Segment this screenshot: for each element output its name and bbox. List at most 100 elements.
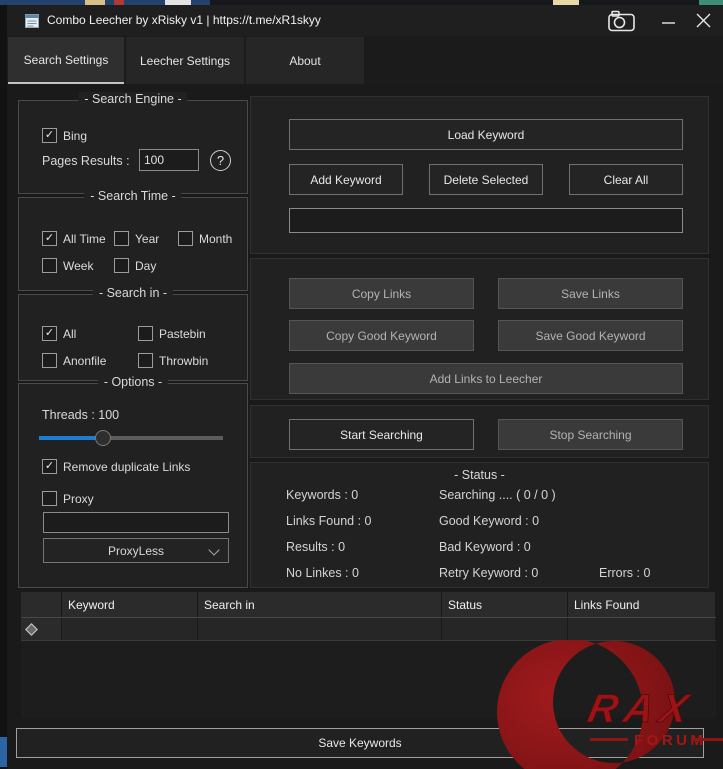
checkbox-box: ✓	[178, 231, 193, 246]
help-icon[interactable]: ?	[210, 150, 231, 171]
copy-good-keyword-button[interactable]: Copy Good Keyword	[289, 320, 474, 351]
tab-leecher-settings[interactable]: Leecher Settings	[126, 37, 244, 84]
stop-searching-button[interactable]: Stop Searching	[498, 419, 683, 450]
table-header-keyword[interactable]: Keyword	[62, 592, 198, 617]
titlebar: Combo Leecher by xRisky v1 | https://t.m…	[7, 5, 723, 36]
status-searching: Searching .... ( 0 / 0 )	[439, 488, 556, 502]
save-keywords-button[interactable]: Save Keywords	[16, 728, 704, 758]
close-button[interactable]	[692, 9, 714, 31]
status-bad-keyword: Bad Keyword : 0	[439, 540, 531, 554]
table-cell-status[interactable]	[442, 618, 568, 640]
app-icon	[24, 13, 40, 29]
pages-results-input[interactable]	[139, 149, 199, 171]
load-keyword-button[interactable]: Load Keyword	[289, 119, 683, 150]
checkbox-box: ✓	[42, 326, 57, 341]
status-keywords: Keywords : 0	[286, 488, 359, 502]
panel-search-controls: Start Searching Stop Searching	[250, 405, 709, 458]
chevron-down-icon	[208, 544, 220, 556]
checkbox-box: ✓	[138, 326, 153, 341]
table-header-status[interactable]: Status	[442, 592, 568, 617]
checkbox-label: Remove duplicate Links	[63, 459, 191, 474]
table-header-search-in[interactable]: Search in	[198, 592, 442, 617]
save-links-button[interactable]: Save Links	[498, 278, 683, 309]
tabstrip: Search Settings Leecher Settings About	[7, 36, 723, 85]
table-row-selector-cell	[21, 618, 62, 640]
checkbox-label: All	[63, 326, 77, 341]
checkbox-box: ✓	[138, 353, 153, 368]
window-title: Combo Leecher by xRisky v1 | https://t.m…	[47, 13, 321, 27]
clear-all-button[interactable]: Clear All	[569, 164, 683, 195]
status-no-linkes: No Linkes : 0	[286, 566, 359, 580]
checkbox-box: ✓	[42, 491, 57, 506]
checkbox-label: Day	[135, 258, 157, 273]
status-errors: Errors : 0	[599, 566, 651, 580]
groupbox-search-in: - Search in - ✓ All ✓ Pastebin ✓ Anonfil…	[18, 286, 248, 381]
panel-status: - Status - Keywords : 0 Searching .... (…	[250, 462, 709, 588]
checkbox-label: Week	[63, 258, 94, 273]
tab-page-content: - Search Engine - ✓ Bing Pages Results :…	[7, 85, 723, 769]
slider-fill	[39, 436, 103, 440]
groupbox-title: - Options -	[97, 375, 169, 389]
pages-results-label: Pages Results :	[42, 154, 130, 168]
groupbox-title: - Search in -	[92, 286, 174, 300]
day-checkbox[interactable]: ✓ Day	[114, 258, 156, 273]
copy-links-button[interactable]: Copy Links	[289, 278, 474, 309]
month-checkbox[interactable]: ✓ Month	[178, 231, 232, 246]
tab-about[interactable]: About	[246, 37, 364, 84]
checkbox-label: Anonfile	[63, 353, 107, 368]
help-glyph: ?	[216, 153, 225, 168]
table-header-links-found[interactable]: Links Found	[568, 592, 716, 617]
checkbox-box: ✓	[42, 231, 57, 246]
checkbox-label: Bing	[63, 128, 88, 143]
table-cell-keyword[interactable]	[62, 618, 198, 640]
pastebin-checkbox[interactable]: ✓ Pastebin	[138, 326, 206, 341]
groupbox-options: - Options - Threads : 100 ✓ Remove dupli…	[18, 375, 248, 588]
all-time-checkbox[interactable]: ✓ All Time	[42, 231, 106, 246]
desktop-sliver-blue	[0, 737, 7, 767]
checkbox-label: Throwbin	[159, 353, 209, 368]
year-checkbox[interactable]: ✓ Year	[114, 231, 159, 246]
bing-checkbox[interactable]: ✓ Bing	[42, 128, 87, 143]
tab-search-settings[interactable]: Search Settings	[8, 37, 124, 84]
checkbox-box: ✓	[42, 459, 57, 474]
camera-screenshot-icon[interactable]	[607, 10, 637, 32]
slider-thumb[interactable]	[95, 430, 111, 446]
screen: Combo Leecher by xRisky v1 | https://t.m…	[0, 0, 723, 769]
remove-duplicate-links-checkbox[interactable]: ✓ Remove duplicate Links	[42, 459, 190, 474]
panel-keywords: Load Keyword Add Keyword Delete Selected…	[250, 96, 709, 254]
week-checkbox[interactable]: ✓ Week	[42, 258, 93, 273]
anonfile-checkbox[interactable]: ✓ Anonfile	[42, 353, 106, 368]
groupbox-title: - Search Time -	[84, 189, 182, 203]
checkbox-box: ✓	[114, 258, 129, 273]
results-table: Keyword Search in Status Links Found	[21, 592, 716, 718]
minimize-button[interactable]	[658, 10, 680, 32]
panel-links: Copy Links Save Links Copy Good Keyword …	[250, 258, 709, 400]
proxy-mode-dropdown[interactable]: ProxyLess	[43, 538, 229, 563]
table-cell-search-in[interactable]	[198, 618, 442, 640]
table-cell-links-found[interactable]	[568, 618, 716, 640]
dropdown-selected-value: ProxyLess	[107, 543, 165, 558]
table-new-row[interactable]	[21, 618, 716, 641]
threads-label: Threads : 100	[42, 408, 120, 422]
status-results: Results : 0	[286, 540, 346, 554]
start-searching-button[interactable]: Start Searching	[289, 419, 474, 450]
threads-slider[interactable]	[39, 430, 223, 446]
desktop-left-sliver	[0, 5, 7, 769]
proxy-input[interactable]	[43, 512, 229, 533]
throwbin-checkbox[interactable]: ✓ Throwbin	[138, 353, 208, 368]
all-checkbox[interactable]: ✓ All	[42, 326, 76, 341]
keyword-input[interactable]	[289, 208, 683, 233]
checkbox-label: Year	[135, 231, 160, 246]
checkbox-box: ✓	[42, 128, 57, 143]
checkbox-label: Month	[199, 231, 233, 246]
groupbox-search-time: - Search Time - ✓ All Time ✓ Year ✓ Mont…	[18, 189, 248, 291]
add-keyword-button[interactable]: Add Keyword	[289, 164, 403, 195]
add-links-to-leecher-button[interactable]: Add Links to Leecher	[289, 363, 683, 394]
groupbox-title: - Search Engine -	[78, 92, 188, 106]
proxy-checkbox[interactable]: ✓ Proxy	[42, 491, 94, 506]
save-good-keyword-button[interactable]: Save Good Keyword	[498, 320, 683, 351]
status-links-found: Links Found : 0	[286, 514, 372, 528]
status-title: - Status -	[454, 468, 505, 482]
groupbox-search-engine: - Search Engine - ✓ Bing Pages Results :…	[18, 92, 248, 194]
delete-selected-button[interactable]: Delete Selected	[429, 164, 543, 195]
